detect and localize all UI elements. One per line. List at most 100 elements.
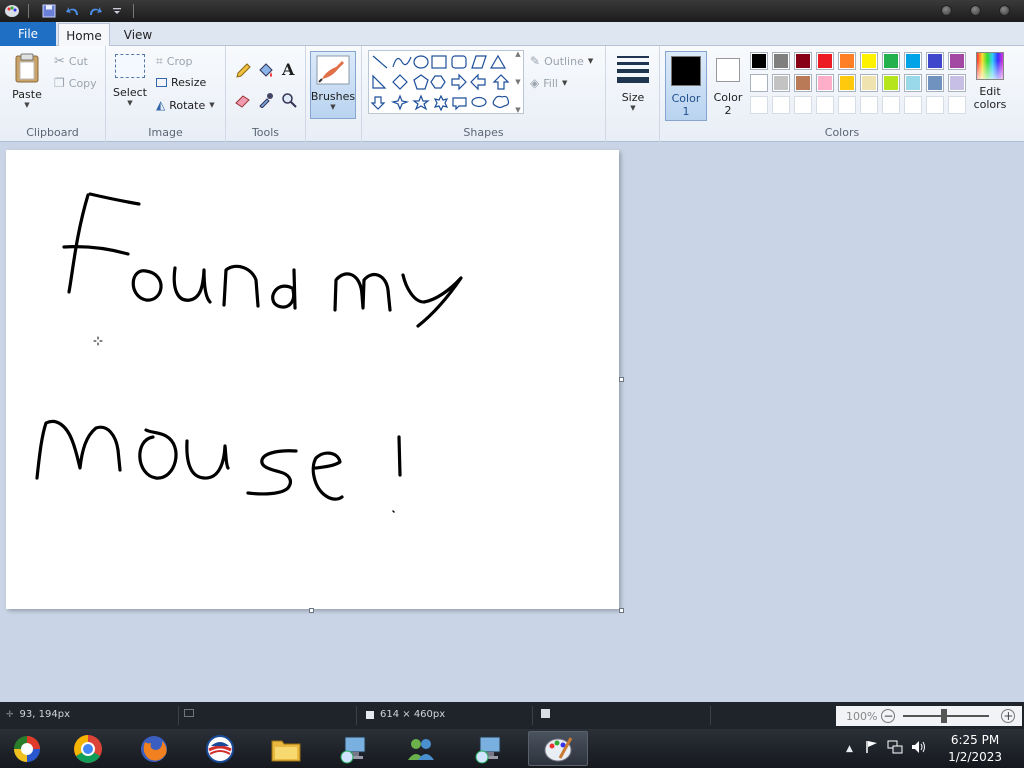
paint-app-icon[interactable]	[4, 3, 20, 19]
taskbar-start-app[interactable]	[0, 731, 54, 766]
taskbar-network-app[interactable]	[391, 731, 451, 766]
zoom-slider[interactable]	[903, 709, 990, 723]
flag-icon[interactable]	[865, 740, 879, 757]
chevron-down-icon: ▼	[209, 101, 215, 109]
zoom-out-icon[interactable]: −	[881, 709, 896, 723]
palette-swatch[interactable]	[926, 52, 944, 70]
palette-swatch[interactable]	[772, 74, 790, 92]
scroll-up-icon[interactable]: ▲	[515, 50, 520, 58]
brushes-button[interactable]: Brushes ▼	[310, 51, 356, 119]
customize-quick-access-icon[interactable]	[109, 3, 125, 19]
taskbar-remote-desktop-1[interactable]	[325, 731, 385, 766]
zoom-slider-thumb[interactable]	[941, 709, 948, 723]
taskbar-app-globe[interactable]	[190, 731, 250, 766]
palette-swatch[interactable]	[904, 74, 922, 92]
resize-handle-corner[interactable]	[619, 608, 624, 613]
tools-group: A Tools	[226, 46, 306, 142]
zoom-in-icon[interactable]: +	[1001, 709, 1016, 723]
globe-app-icon	[206, 734, 234, 763]
palette-swatch[interactable]	[904, 52, 922, 70]
palette-empty-slot[interactable]	[904, 96, 922, 114]
palette-swatch[interactable]	[882, 74, 900, 92]
expand-gallery-icon[interactable]: ▼	[515, 106, 520, 114]
crop-button[interactable]: ⌗ Crop	[156, 54, 192, 69]
color1-button[interactable]: Color 1	[665, 51, 707, 121]
select-button[interactable]: Select ▼	[112, 54, 148, 107]
palette-empty-slot[interactable]	[860, 96, 878, 114]
scroll-down-icon[interactable]: ▼	[515, 78, 520, 86]
eraser-icon[interactable]	[234, 92, 252, 111]
resize-handle-right[interactable]	[619, 377, 624, 382]
magnifier-icon[interactable]	[281, 92, 297, 111]
palette-swatch[interactable]	[948, 52, 966, 70]
text-icon[interactable]: A	[282, 60, 294, 79]
fill-bucket-icon[interactable]	[257, 62, 275, 83]
palette-swatch[interactable]	[948, 74, 966, 92]
shapes-gallery[interactable]	[368, 50, 524, 114]
taskbar-firefox[interactable]	[124, 731, 184, 766]
pencil-icon[interactable]	[234, 62, 252, 83]
paste-button[interactable]: Paste ▼	[8, 52, 46, 109]
fill-button[interactable]: ◈ Fill ▼	[530, 76, 567, 90]
palette-swatch[interactable]	[860, 74, 878, 92]
redo-icon[interactable]	[87, 3, 103, 19]
palette-empty-slot[interactable]	[750, 96, 768, 114]
palette-empty-slot[interactable]	[816, 96, 834, 114]
paint-brush-icon	[316, 55, 350, 88]
palette-swatch[interactable]	[838, 74, 856, 92]
volume-icon[interactable]	[911, 740, 927, 757]
color-picker-icon[interactable]	[258, 92, 274, 111]
computer-icon	[340, 736, 366, 763]
palette-empty-slot[interactable]	[838, 96, 856, 114]
minimize-button[interactable]	[941, 5, 952, 16]
copy-button[interactable]: ❐ Copy	[54, 76, 97, 90]
palette-swatch[interactable]	[794, 74, 812, 92]
tab-home[interactable]: Home	[58, 23, 110, 47]
cut-button[interactable]: ✂ Cut	[54, 54, 88, 69]
palette-swatch[interactable]	[860, 52, 878, 70]
taskbar-paint[interactable]	[528, 731, 588, 766]
taskbar-chrome[interactable]	[58, 731, 118, 766]
taskbar-file-explorer[interactable]	[256, 731, 316, 766]
save-icon[interactable]	[41, 3, 57, 19]
resize-handle-bottom[interactable]	[309, 608, 314, 613]
palette-empty-slot[interactable]	[926, 96, 944, 114]
drawing-canvas[interactable]	[6, 150, 619, 609]
palette-swatch[interactable]	[882, 52, 900, 70]
close-button[interactable]	[999, 5, 1010, 16]
cursor-position: ✛ 93, 194px	[6, 709, 70, 720]
palette-empty-slot[interactable]	[772, 96, 790, 114]
shapes-scrollbar[interactable]: ▲ ▼ ▼	[512, 50, 524, 114]
resize-button[interactable]: Resize	[156, 76, 206, 89]
canvas-size-icon	[366, 710, 374, 719]
clock-date: 1/2/2023	[948, 750, 1002, 764]
palette-swatch[interactable]	[816, 52, 834, 70]
taskbar-remote-desktop-2[interactable]	[460, 731, 520, 766]
maximize-button[interactable]	[970, 5, 981, 16]
palette-swatch[interactable]	[772, 52, 790, 70]
taskbar-clock[interactable]: 6:25 PM 1/2/2023	[948, 732, 1002, 766]
tab-file[interactable]: File	[0, 22, 56, 46]
color1-number: 1	[682, 105, 690, 118]
chrome-icon	[74, 734, 102, 763]
color2-button[interactable]: Color 2	[710, 51, 746, 121]
palette-empty-slot[interactable]	[948, 96, 966, 114]
palette-swatch[interactable]	[838, 52, 856, 70]
outline-button[interactable]: ✎ Outline ▼	[530, 54, 593, 68]
shapes-group-label: Shapes	[463, 126, 504, 139]
palette-swatch[interactable]	[794, 52, 812, 70]
edit-colors-button[interactable]: Edit colors	[972, 52, 1008, 111]
palette-swatch[interactable]	[750, 74, 768, 92]
palette-empty-slot[interactable]	[794, 96, 812, 114]
network-icon[interactable]	[887, 740, 903, 757]
rotate-button[interactable]: ◭ Rotate ▼	[156, 98, 215, 112]
palette-swatch[interactable]	[816, 74, 834, 92]
show-hidden-icons-icon[interactable]: ▲	[846, 744, 853, 754]
undo-icon[interactable]	[65, 3, 81, 19]
size-button[interactable]: Size ▼	[614, 54, 652, 112]
select-label: Select	[113, 86, 147, 99]
palette-swatch[interactable]	[750, 52, 768, 70]
palette-swatch[interactable]	[926, 74, 944, 92]
tab-view[interactable]: View	[114, 23, 162, 47]
palette-empty-slot[interactable]	[882, 96, 900, 114]
